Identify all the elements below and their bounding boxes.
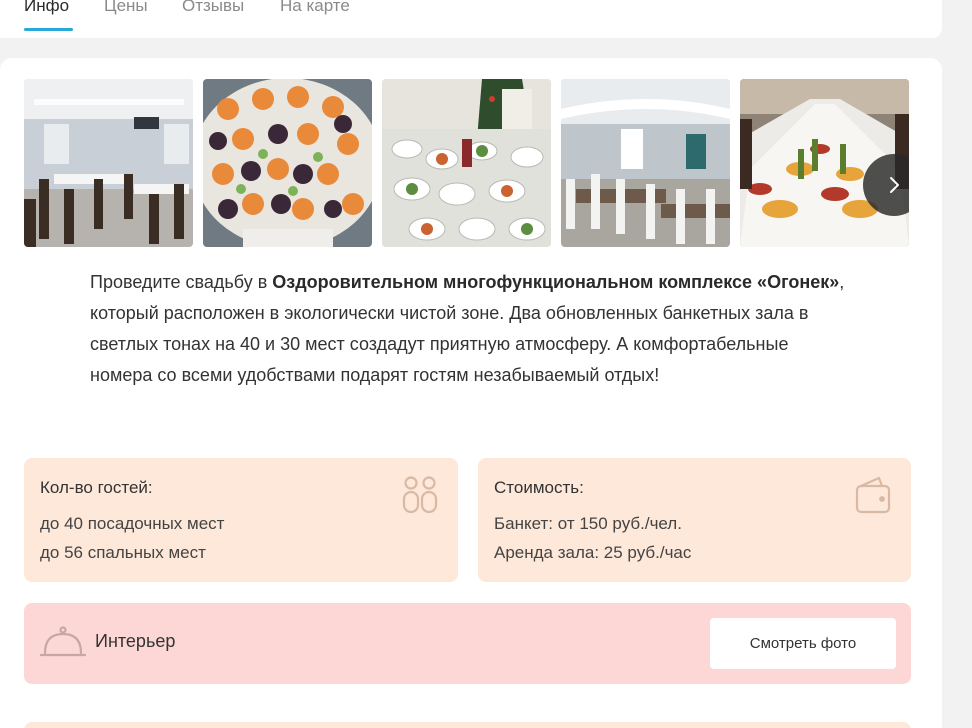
venue-description: Проведите свадьбу в Оздоровительном мног…: [90, 267, 850, 391]
dining-hall-photo[interactable]: [561, 79, 730, 247]
tab-reviews[interactable]: Отзывы: [182, 0, 244, 18]
guests-title: Кол-во гостей:: [40, 478, 153, 497]
page-background-edge: [942, 0, 972, 728]
cloche-icon: [40, 626, 86, 657]
guests-info-box: Кол-во гостей: до 40 посадочных мест до …: [24, 458, 458, 582]
main-card: Проведите свадьбу в Оздоровительном мног…: [0, 58, 942, 728]
venue-name: Оздоровительном многофункциональном комп…: [272, 272, 840, 292]
tab-bar: Инфо Цены Отзывы На карте: [0, 0, 942, 38]
price-hall-rent: Аренда зала: 25 руб./час: [494, 543, 692, 562]
tab-prices[interactable]: Цены: [104, 0, 148, 18]
price-info-box: Стоимость: Банкет: от 150 руб./чел. Арен…: [478, 458, 911, 582]
guests-icon: [402, 476, 438, 514]
photo-gallery: [24, 79, 909, 247]
active-tab-indicator: [24, 28, 73, 31]
guests-sleeping: до 56 спальных мест: [40, 543, 206, 562]
tab-info[interactable]: Инфо: [24, 0, 69, 18]
price-banquet: Банкет: от 150 руб./чел.: [494, 514, 682, 533]
interior-section: Интерьер Смотреть фото: [24, 603, 911, 684]
description-intro: Проведите свадьбу в: [90, 272, 273, 292]
wallet-icon: [855, 476, 891, 514]
view-photos-button[interactable]: Смотреть фото: [710, 618, 896, 669]
tab-map[interactable]: На карте: [280, 0, 350, 18]
banquet-hall-photo[interactable]: [24, 79, 193, 247]
festive-table-photo[interactable]: [382, 79, 551, 247]
guests-seating: до 40 посадочных мест: [40, 514, 225, 533]
caviar-appetizers-photo[interactable]: [203, 79, 372, 247]
chevron-right-icon: [890, 177, 899, 193]
next-section-box: [24, 722, 911, 728]
interior-label: Интерьер: [95, 631, 176, 651]
price-title: Стоимость:: [494, 478, 584, 497]
